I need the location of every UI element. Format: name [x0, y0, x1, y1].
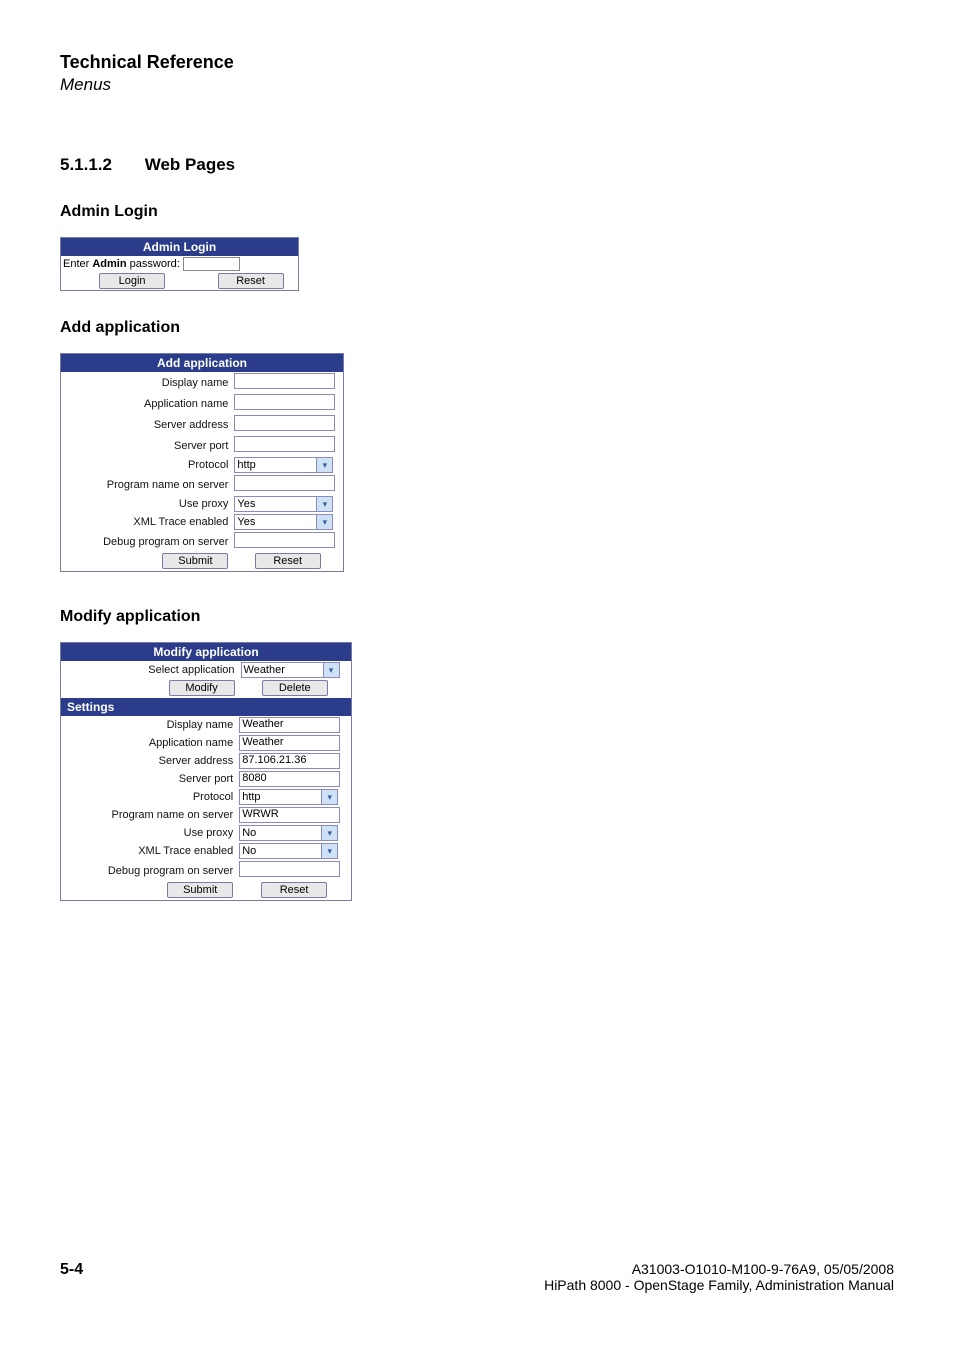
label-program-name: Program name on server: [61, 474, 230, 495]
settings-bar: Settings: [61, 698, 351, 716]
login-button[interactable]: Login: [99, 273, 165, 289]
input-debug[interactable]: [234, 532, 335, 548]
input-server-address[interactable]: 87.106.21.36: [239, 753, 340, 769]
heading-admin-login: Admin Login: [60, 203, 894, 221]
select-application-value: Weather: [244, 664, 285, 676]
select-xml-trace[interactable]: Yes ▾: [234, 514, 333, 530]
chevron-down-icon: ▾: [321, 790, 337, 804]
label-xml-trace: XML Trace enabled: [61, 842, 235, 860]
label-display-name: Display name: [61, 716, 235, 734]
label-protocol: Protocol: [61, 456, 230, 474]
input-display-name[interactable]: Weather: [239, 717, 340, 733]
label-server-address: Server address: [61, 752, 235, 770]
page-footer: 5-4 A31003-O1010-M100-9-76A9, 05/05/2008…: [60, 1261, 894, 1293]
panel-title-add-application: Add application: [61, 354, 343, 372]
input-application-name[interactable]: [234, 394, 335, 410]
chevron-down-icon: ▾: [316, 497, 332, 511]
admin-login-prompt: Enter Admin password:: [61, 256, 298, 272]
doc-title: HiPath 8000 - OpenStage Family, Administ…: [544, 1277, 894, 1293]
chevron-down-icon: ▾: [316, 458, 332, 472]
select-use-proxy[interactable]: Yes ▾: [234, 496, 333, 512]
panel-admin-login: Admin Login Enter Admin password: Login …: [60, 237, 299, 291]
prompt-suffix: password:: [127, 258, 180, 270]
section-number: 5.1.1.2: [60, 155, 140, 175]
submit-button[interactable]: Submit: [162, 553, 228, 569]
panel-add-application: Add application Display name Application…: [60, 353, 344, 572]
select-use-proxy[interactable]: No ▾: [239, 825, 338, 841]
input-server-port[interactable]: 8080: [239, 771, 340, 787]
heading-menus: Menus: [60, 75, 894, 95]
input-program-name[interactable]: WRWR: [239, 807, 340, 823]
select-protocol[interactable]: http ▾: [234, 457, 333, 473]
input-server-port[interactable]: [234, 436, 335, 452]
select-application[interactable]: Weather ▾: [241, 662, 340, 678]
reset-button[interactable]: Reset: [261, 882, 327, 898]
heading-technical-reference: Technical Reference: [60, 52, 894, 73]
select-protocol-value: http: [237, 459, 255, 471]
submit-button[interactable]: Submit: [167, 882, 233, 898]
heading-add-application: Add application: [60, 319, 894, 337]
chevron-down-icon: ▾: [323, 663, 339, 677]
input-program-name[interactable]: [234, 475, 335, 491]
doc-id: A31003-O1010-M100-9-76A9, 05/05/2008: [632, 1261, 894, 1277]
prompt-bold: Admin: [92, 258, 126, 270]
select-xml-trace-value: Yes: [237, 516, 255, 528]
panel-modify-application: Modify application Select application We…: [60, 642, 352, 901]
select-xml-trace-value: No: [242, 845, 256, 857]
chevron-down-icon: ▾: [316, 515, 332, 529]
input-debug[interactable]: [239, 861, 340, 877]
label-debug: Debug program on server: [61, 531, 230, 552]
delete-button[interactable]: Delete: [262, 680, 328, 696]
label-server-port: Server port: [61, 770, 235, 788]
select-use-proxy-value: No: [242, 827, 256, 839]
label-protocol: Protocol: [61, 788, 235, 806]
label-server-port: Server port: [61, 435, 230, 456]
admin-password-input[interactable]: [183, 257, 240, 271]
select-protocol[interactable]: http ▾: [239, 789, 338, 805]
section-name: Web Pages: [145, 155, 235, 174]
label-application-name: Application name: [61, 393, 230, 414]
input-application-name[interactable]: Weather: [239, 735, 340, 751]
select-use-proxy-value: Yes: [237, 498, 255, 510]
prompt-prefix: Enter: [63, 258, 92, 270]
reset-button[interactable]: Reset: [255, 553, 321, 569]
select-protocol-value: http: [242, 791, 260, 803]
section-title: 5.1.1.2 Web Pages: [60, 155, 894, 175]
panel-title-modify-application: Modify application: [61, 643, 351, 661]
label-xml-trace: XML Trace enabled: [61, 513, 230, 531]
heading-modify-application: Modify application: [60, 608, 894, 626]
label-debug: Debug program on server: [61, 860, 235, 881]
select-xml-trace[interactable]: No ▾: [239, 843, 338, 859]
modify-button[interactable]: Modify: [169, 680, 235, 696]
input-server-address[interactable]: [234, 415, 335, 431]
label-program-name: Program name on server: [61, 806, 235, 824]
page-number: 5-4: [60, 1261, 83, 1279]
chevron-down-icon: ▾: [321, 844, 337, 858]
label-application-name: Application name: [61, 734, 235, 752]
chevron-down-icon: ▾: [321, 826, 337, 840]
label-select-application: Select application: [61, 661, 237, 679]
label-use-proxy: Use proxy: [61, 824, 235, 842]
label-server-address: Server address: [61, 414, 230, 435]
label-display-name: Display name: [61, 372, 230, 393]
panel-title-admin-login: Admin Login: [61, 238, 298, 256]
input-display-name[interactable]: [234, 373, 335, 389]
label-use-proxy: Use proxy: [61, 495, 230, 513]
reset-button[interactable]: Reset: [218, 273, 284, 289]
